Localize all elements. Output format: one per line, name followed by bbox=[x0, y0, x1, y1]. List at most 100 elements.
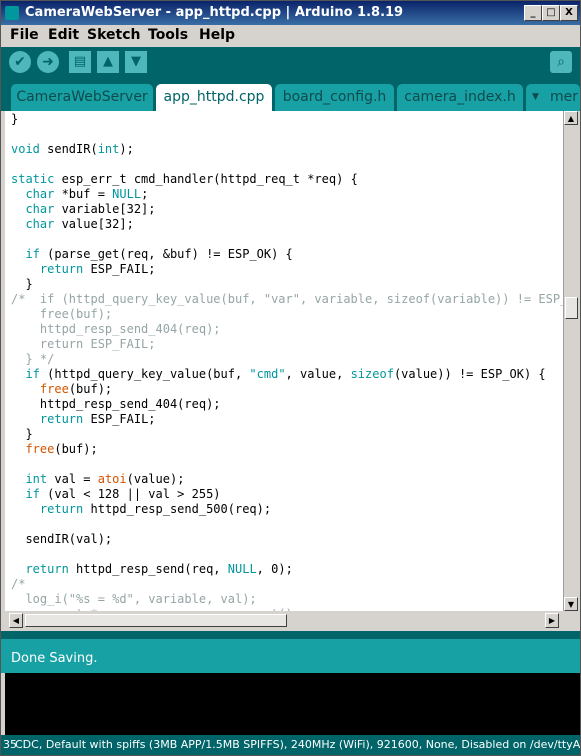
open-button[interactable]: ▲ bbox=[97, 51, 119, 73]
menu-help[interactable]: Help bbox=[199, 27, 235, 43]
menu-file[interactable]: File bbox=[10, 27, 39, 43]
console-output[interactable] bbox=[5, 673, 580, 735]
serial-monitor-button[interactable]: ⌕ bbox=[550, 51, 572, 73]
code-token: esp_err_t cmd_handler(httpd_req_t *req) … bbox=[54, 172, 358, 186]
code-token: ; bbox=[141, 187, 149, 201]
tab-camerawebserver[interactable]: CameraWebServer bbox=[11, 84, 153, 111]
code-token: (buf); bbox=[54, 442, 98, 456]
code-line[interactable]: void sendIR(int); bbox=[11, 142, 134, 157]
code-line[interactable]: } */ bbox=[11, 352, 54, 367]
code-token: , 0); bbox=[256, 562, 293, 576]
scroll-right-icon[interactable]: ▶ bbox=[545, 613, 559, 628]
menu-bar: File Edit Sketch Tools Help bbox=[1, 25, 580, 47]
footer-bar: 35 CDC, Default with spiffs (3MB APP/1.5… bbox=[1, 735, 580, 755]
code-token: free bbox=[25, 442, 55, 456]
code-token: if bbox=[25, 247, 40, 261]
tab-overflow-menu[interactable]: ▼ mer bbox=[526, 84, 580, 111]
code-line[interactable]: } bbox=[11, 277, 32, 292]
maximize-button[interactable]: □ bbox=[542, 5, 560, 21]
code-line[interactable]: if (parse_get(req, &buf) != ESP_OK) { bbox=[11, 247, 292, 262]
code-line[interactable]: free(buf); bbox=[11, 382, 112, 397]
editor-console-divider[interactable] bbox=[1, 631, 580, 639]
title-bar[interactable]: CameraWebServer - app_httpd.cpp | Arduin… bbox=[1, 1, 580, 25]
code-line[interactable]: /* if (httpd_query_key_value(buf, "var",… bbox=[11, 292, 563, 307]
code-token: int bbox=[25, 472, 48, 486]
code-token: char bbox=[25, 202, 55, 216]
code-line[interactable]: char variable[32]; bbox=[11, 202, 155, 217]
code-line[interactable]: free(buf); bbox=[11, 442, 98, 457]
code-token: httpd_resp_send_500(req); bbox=[83, 502, 272, 516]
menu-tools[interactable]: Tools bbox=[148, 27, 188, 43]
code-token: if bbox=[25, 367, 40, 381]
code-line[interactable]: sendIR(val); bbox=[11, 532, 112, 547]
new-button[interactable]: ▤ bbox=[69, 51, 91, 73]
code-token: log_i("%s = %d", variable, val); bbox=[11, 592, 257, 606]
code-line[interactable]: return httpd_resp_send_500(req); bbox=[11, 502, 271, 517]
code-line[interactable]: /* bbox=[11, 577, 25, 592]
toolbar: ✔ ➜ ▤ ▲ ▼ ⌕ bbox=[1, 47, 580, 79]
code-token: *buf = bbox=[54, 187, 113, 201]
code-token: val = bbox=[47, 472, 98, 486]
code-line[interactable]: return ESP_FAIL; bbox=[11, 337, 156, 352]
horizontal-scrollbar[interactable]: ◀ ▶ bbox=[5, 613, 559, 628]
tab-app-httpd[interactable]: app_httpd.cpp bbox=[156, 84, 272, 111]
code-line[interactable]: log_i("%s = %d", variable, val); bbox=[11, 592, 257, 607]
scroll-up-icon[interactable]: ▲ bbox=[564, 111, 578, 125]
code-line[interactable]: httpd_resp_send_404(req); bbox=[11, 397, 221, 412]
code-token: ); bbox=[119, 142, 134, 156]
code-token: (value); bbox=[126, 472, 185, 486]
code-line[interactable]: } bbox=[11, 427, 32, 442]
menu-edit[interactable]: Edit bbox=[48, 27, 79, 43]
code-token: value[32]; bbox=[54, 217, 134, 231]
verify-button[interactable]: ✔ bbox=[9, 51, 31, 73]
code-token: httpd_resp_send(req, bbox=[68, 562, 228, 576]
tab-camera-index[interactable]: camera_index.h bbox=[397, 84, 523, 111]
code-token: } bbox=[11, 112, 19, 126]
code-token: return bbox=[39, 502, 84, 516]
menu-sketch[interactable]: Sketch bbox=[87, 27, 140, 43]
code-token: return ESP_FAIL; bbox=[11, 337, 156, 351]
code-line[interactable]: free(buf); bbox=[11, 307, 112, 322]
code-token: sizeof bbox=[350, 367, 394, 381]
horizontal-scroll-thumb[interactable] bbox=[25, 614, 287, 627]
code-editor[interactable]: } void sendIR(int); static esp_err_t cmd_h… bbox=[5, 111, 563, 611]
status-message: Done Saving. bbox=[11, 651, 98, 666]
minimize-button[interactable]: _ bbox=[524, 5, 542, 21]
scroll-left-icon[interactable]: ◀ bbox=[9, 613, 23, 628]
code-line[interactable]: int val = atoi(value); bbox=[11, 472, 184, 487]
upload-button[interactable]: ➜ bbox=[37, 51, 59, 73]
code-token: /* if (httpd_query_key_value(buf, "var",… bbox=[11, 292, 563, 306]
code-line[interactable]: return ESP_FAIL; bbox=[11, 412, 156, 427]
code-token: return bbox=[39, 262, 84, 276]
code-token: (httpd_query_key_value(buf, bbox=[39, 367, 250, 381]
code-token: ESP_FAIL; bbox=[83, 412, 156, 426]
vertical-scrollbar[interactable]: ▲ ▼ bbox=[563, 111, 579, 611]
code-line[interactable]: char *buf = NULL; bbox=[11, 187, 148, 202]
code-line[interactable]: if (val < 128 || val > 255) bbox=[11, 487, 221, 502]
code-line[interactable]: httpd_resp_send_404(req); bbox=[11, 322, 221, 337]
save-button[interactable]: ▼ bbox=[125, 51, 147, 73]
code-line[interactable]: } bbox=[11, 112, 18, 127]
code-line[interactable]: sensor_t *s = esp_camera_sensor_get(); bbox=[11, 607, 300, 611]
save-icon: ▼ bbox=[131, 54, 141, 69]
tab-board-config[interactable]: board_config.h bbox=[275, 84, 394, 111]
scroll-down-icon[interactable]: ▼ bbox=[564, 597, 578, 611]
code-token: return bbox=[25, 562, 69, 576]
code-line[interactable]: if (httpd_query_key_value(buf, "cmd", va… bbox=[11, 367, 545, 382]
code-line[interactable]: return ESP_FAIL; bbox=[11, 262, 156, 277]
close-button[interactable]: X bbox=[560, 5, 578, 21]
code-token: (val < 128 || val > 255) bbox=[39, 487, 221, 501]
vertical-scroll-thumb[interactable] bbox=[565, 297, 578, 319]
code-line[interactable]: char value[32]; bbox=[11, 217, 134, 232]
code-token: char bbox=[25, 187, 55, 201]
code-line[interactable]: return httpd_resp_send(req, NULL, 0); bbox=[11, 562, 293, 577]
tab-bar: CameraWebServer app_httpd.cpp board_conf… bbox=[1, 79, 580, 111]
code-line[interactable]: static esp_err_t cmd_handler(httpd_req_t… bbox=[11, 172, 358, 187]
triangle-down-icon: ▼ bbox=[532, 92, 539, 102]
